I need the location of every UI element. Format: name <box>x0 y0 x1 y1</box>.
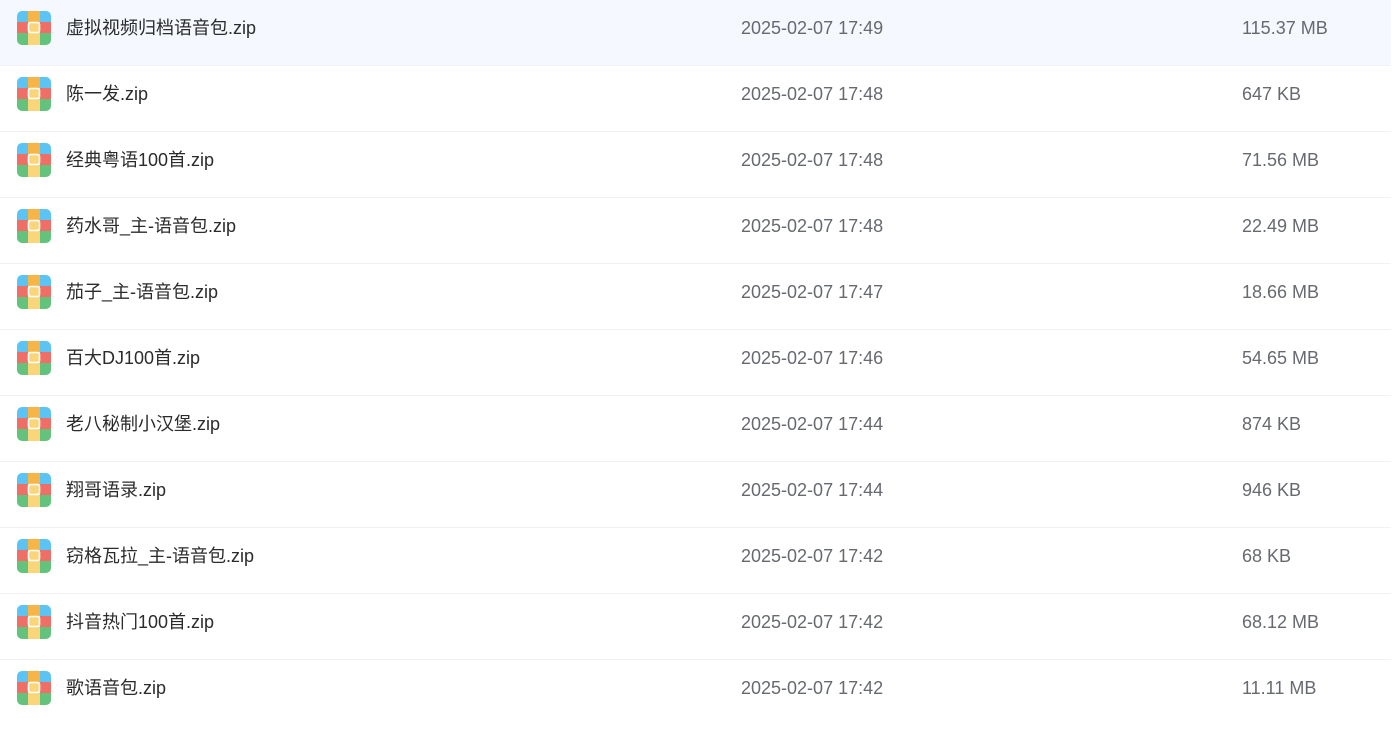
zip-file-icon <box>17 407 51 441</box>
file-modified-time: 2025-02-07 17:47 <box>741 282 884 302</box>
zip-file-icon <box>17 143 51 177</box>
file-name[interactable]: 窃格瓦拉_主-语音包.zip <box>66 545 254 567</box>
zip-file-icon <box>17 605 51 639</box>
file-modified-time: 2025-02-07 17:44 <box>741 414 884 434</box>
file-row[interactable]: 百大DJ100首.zip 2025-02-07 17:46 54.65 MB <box>0 330 1391 396</box>
zip-file-icon <box>17 275 51 309</box>
file-name[interactable]: 药水哥_主-语音包.zip <box>66 215 236 237</box>
file-size: 22.49 MB <box>1242 216 1320 236</box>
file-size: 68.12 MB <box>1242 612 1320 632</box>
file-name[interactable]: 百大DJ100首.zip <box>66 347 200 369</box>
file-modified-time: 2025-02-07 17:42 <box>741 612 884 632</box>
file-name[interactable]: 茄子_主-语音包.zip <box>66 281 218 303</box>
file-size: 18.66 MB <box>1242 282 1320 302</box>
file-name[interactable]: 虚拟视频归档语音包.zip <box>66 17 256 39</box>
file-size: 71.56 MB <box>1242 150 1320 170</box>
file-modified-time: 2025-02-07 17:42 <box>741 546 884 566</box>
zip-file-icon <box>17 671 51 705</box>
zip-file-icon <box>17 341 51 375</box>
file-size: 11.11 MB <box>1242 678 1317 698</box>
zip-file-icon <box>17 77 51 111</box>
file-modified-time: 2025-02-07 17:48 <box>741 84 884 104</box>
file-list: 虚拟视频归档语音包.zip 2025-02-07 17:49 115.37 MB… <box>0 0 1391 726</box>
file-size: 68 KB <box>1242 546 1292 566</box>
zip-file-icon <box>17 473 51 507</box>
file-name[interactable]: 抖音热门100首.zip <box>66 611 214 633</box>
file-size: 115.37 MB <box>1242 18 1328 38</box>
file-row[interactable]: 陈一发.zip 2025-02-07 17:48 647 KB <box>0 66 1391 132</box>
zip-file-icon <box>17 209 51 243</box>
file-name[interactable]: 歌语音包.zip <box>66 677 166 699</box>
file-row[interactable]: 抖音热门100首.zip 2025-02-07 17:42 68.12 MB <box>0 594 1391 660</box>
file-size: 946 KB <box>1242 480 1302 500</box>
file-size: 647 KB <box>1242 84 1302 104</box>
file-row[interactable]: 窃格瓦拉_主-语音包.zip 2025-02-07 17:42 68 KB <box>0 528 1391 594</box>
file-name[interactable]: 经典粤语100首.zip <box>66 149 214 171</box>
file-modified-time: 2025-02-07 17:49 <box>741 18 884 38</box>
file-row[interactable]: 药水哥_主-语音包.zip 2025-02-07 17:48 22.49 MB <box>0 198 1391 264</box>
file-row[interactable]: 老八秘制小汉堡.zip 2025-02-07 17:44 874 KB <box>0 396 1391 462</box>
file-name[interactable]: 陈一发.zip <box>66 83 148 105</box>
file-row[interactable]: 虚拟视频归档语音包.zip 2025-02-07 17:49 115.37 MB <box>0 0 1391 66</box>
file-size: 874 KB <box>1242 414 1302 434</box>
file-row[interactable]: 茄子_主-语音包.zip 2025-02-07 17:47 18.66 MB <box>0 264 1391 330</box>
file-modified-time: 2025-02-07 17:42 <box>741 678 884 698</box>
file-modified-time: 2025-02-07 17:46 <box>741 348 884 368</box>
zip-file-icon <box>17 539 51 573</box>
zip-file-icon <box>17 11 51 45</box>
file-name[interactable]: 翔哥语录.zip <box>66 479 166 501</box>
file-row[interactable]: 歌语音包.zip 2025-02-07 17:42 11.11 MB <box>0 660 1391 726</box>
file-row[interactable]: 翔哥语录.zip 2025-02-07 17:44 946 KB <box>0 462 1391 528</box>
file-modified-time: 2025-02-07 17:48 <box>741 150 884 170</box>
file-size: 54.65 MB <box>1242 348 1320 368</box>
file-row[interactable]: 经典粤语100首.zip 2025-02-07 17:48 71.56 MB <box>0 132 1391 198</box>
file-modified-time: 2025-02-07 17:48 <box>741 216 884 236</box>
file-name[interactable]: 老八秘制小汉堡.zip <box>66 413 220 435</box>
file-modified-time: 2025-02-07 17:44 <box>741 480 884 500</box>
